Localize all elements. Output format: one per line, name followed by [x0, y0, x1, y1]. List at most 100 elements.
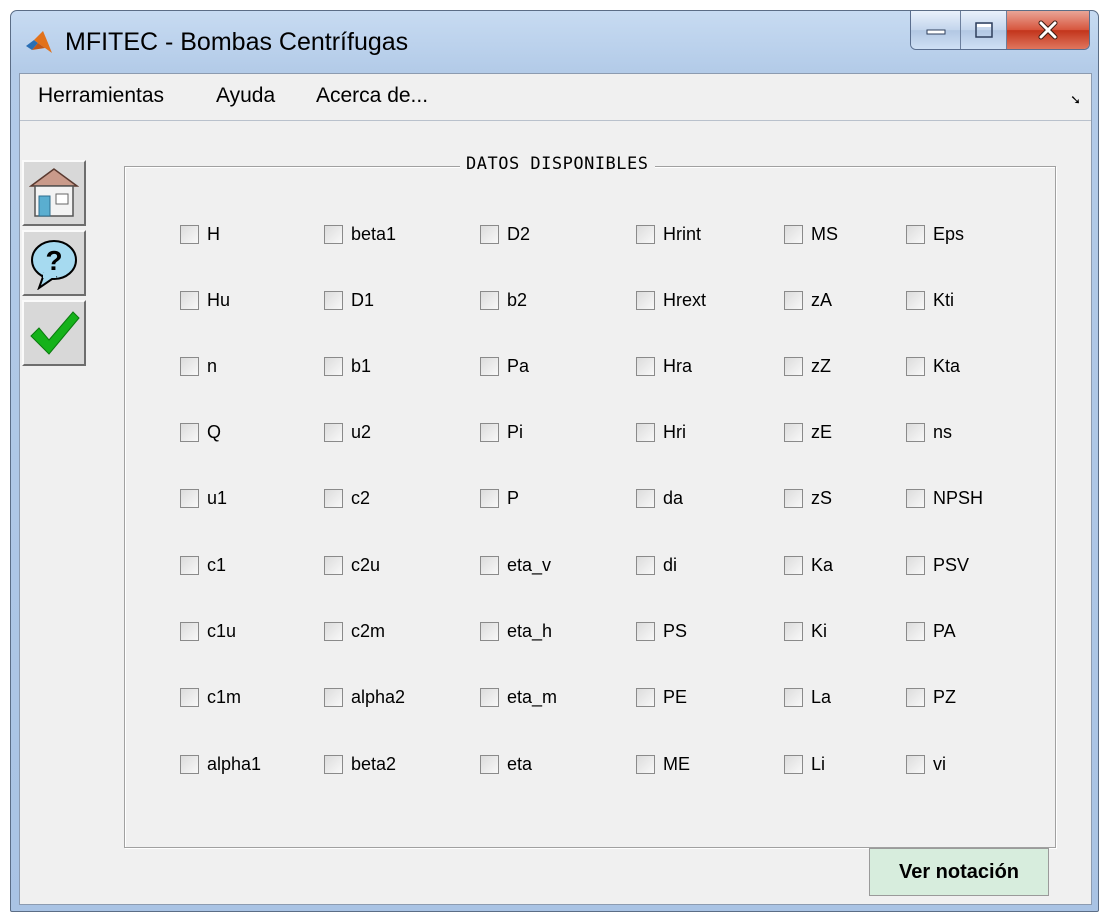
checkbox-di[interactable]: di	[636, 555, 677, 576]
checkbox-box[interactable]	[636, 622, 655, 641]
checkbox-pe[interactable]: PE	[636, 687, 687, 708]
checkbox-box[interactable]	[906, 622, 925, 641]
checkbox-d2[interactable]: D2	[480, 224, 530, 245]
checkbox-hrext[interactable]: Hrext	[636, 290, 706, 311]
checkbox-c2m[interactable]: c2m	[324, 621, 385, 642]
checkbox-la[interactable]: La	[784, 687, 831, 708]
menu-acerca-de[interactable]: Acerca de...	[316, 84, 428, 108]
checkbox-box[interactable]	[906, 556, 925, 575]
checkbox-li[interactable]: Li	[784, 754, 825, 775]
checkbox-c2u[interactable]: c2u	[324, 555, 380, 576]
checkbox-box[interactable]	[324, 489, 343, 508]
checkbox-box[interactable]	[636, 688, 655, 707]
checkbox-box[interactable]	[636, 225, 655, 244]
checkbox-eta[interactable]: eta	[480, 754, 532, 775]
checkbox-box[interactable]	[480, 291, 499, 310]
checkbox-ka[interactable]: Ka	[784, 555, 833, 576]
view-notation-button[interactable]: Ver notación	[869, 848, 1049, 896]
checkbox-box[interactable]	[784, 489, 803, 508]
checkbox-b1[interactable]: b1	[324, 356, 371, 377]
checkbox-eta-h[interactable]: eta_h	[480, 621, 552, 642]
menu-ayuda[interactable]: Ayuda	[216, 84, 275, 108]
checkbox-hra[interactable]: Hra	[636, 356, 692, 377]
checkbox-box[interactable]	[480, 357, 499, 376]
close-button[interactable]	[1007, 11, 1089, 49]
checkbox-box[interactable]	[784, 622, 803, 641]
checkbox-box[interactable]	[784, 755, 803, 774]
checkbox-hu[interactable]: Hu	[180, 290, 230, 311]
checkbox-box[interactable]	[480, 755, 499, 774]
checkbox-box[interactable]	[324, 291, 343, 310]
checkbox-box[interactable]	[784, 688, 803, 707]
checkbox-box[interactable]	[906, 688, 925, 707]
checkbox-hrint[interactable]: Hrint	[636, 224, 701, 245]
checkbox-box[interactable]	[324, 688, 343, 707]
checkbox-box[interactable]	[906, 357, 925, 376]
checkbox-kta[interactable]: Kta	[906, 356, 960, 377]
checkbox-ps[interactable]: PS	[636, 621, 687, 642]
checkbox-eps[interactable]: Eps	[906, 224, 964, 245]
checkbox-npsh[interactable]: NPSH	[906, 488, 983, 509]
checkbox-box[interactable]	[784, 291, 803, 310]
checkbox-box[interactable]	[324, 423, 343, 442]
checkbox-h[interactable]: H	[180, 224, 220, 245]
checkbox-zs[interactable]: zS	[784, 488, 832, 509]
checkbox-u2[interactable]: u2	[324, 422, 371, 443]
checkbox-da[interactable]: da	[636, 488, 683, 509]
checkbox-psv[interactable]: PSV	[906, 555, 969, 576]
checkbox-eta-v[interactable]: eta_v	[480, 555, 551, 576]
checkbox-c1m[interactable]: c1m	[180, 687, 241, 708]
checkbox-c1[interactable]: c1	[180, 555, 226, 576]
checkbox-box[interactable]	[480, 622, 499, 641]
checkbox-box[interactable]	[180, 357, 199, 376]
checkbox-p[interactable]: P	[480, 488, 519, 509]
checkbox-box[interactable]	[324, 357, 343, 376]
checkbox-ms[interactable]: MS	[784, 224, 838, 245]
checkbox-box[interactable]	[784, 225, 803, 244]
checkbox-pz[interactable]: PZ	[906, 687, 956, 708]
checkbox-box[interactable]	[180, 622, 199, 641]
checkbox-box[interactable]	[784, 556, 803, 575]
checkbox-box[interactable]	[636, 489, 655, 508]
checkbox-box[interactable]	[480, 556, 499, 575]
checkbox-c1u[interactable]: c1u	[180, 621, 236, 642]
checkbox-ze[interactable]: zE	[784, 422, 832, 443]
checkbox-ns[interactable]: ns	[906, 422, 952, 443]
checkbox-box[interactable]	[784, 357, 803, 376]
checkbox-box[interactable]	[324, 755, 343, 774]
checkbox-box[interactable]	[480, 489, 499, 508]
checkbox-box[interactable]	[636, 423, 655, 442]
checkbox-hri[interactable]: Hri	[636, 422, 686, 443]
checkbox-pa[interactable]: Pa	[480, 356, 529, 377]
checkbox-box[interactable]	[180, 225, 199, 244]
checkbox-box[interactable]	[636, 291, 655, 310]
checkbox-box[interactable]	[480, 423, 499, 442]
help-button[interactable]: ?	[22, 230, 86, 296]
dock-arrow-icon[interactable]: ➘	[1070, 92, 1081, 108]
checkbox-ki[interactable]: Ki	[784, 621, 827, 642]
checkbox-box[interactable]	[906, 291, 925, 310]
checkbox-beta2[interactable]: beta2	[324, 754, 396, 775]
checkbox-box[interactable]	[324, 225, 343, 244]
checkbox-box[interactable]	[636, 357, 655, 376]
menu-herramientas[interactable]: Herramientas	[38, 84, 164, 108]
checkbox-u1[interactable]: u1	[180, 488, 227, 509]
maximize-button[interactable]	[961, 11, 1007, 49]
checkbox-me[interactable]: ME	[636, 754, 690, 775]
checkbox-box[interactable]	[480, 688, 499, 707]
checkbox-alpha2[interactable]: alpha2	[324, 687, 405, 708]
checkbox-b2[interactable]: b2	[480, 290, 527, 311]
checkbox-alpha1[interactable]: alpha1	[180, 754, 261, 775]
checkbox-box[interactable]	[180, 755, 199, 774]
checkbox-box[interactable]	[324, 556, 343, 575]
checkbox-box[interactable]	[906, 489, 925, 508]
checkbox-box[interactable]	[906, 225, 925, 244]
checkbox-q[interactable]: Q	[180, 422, 221, 443]
checkbox-box[interactable]	[180, 688, 199, 707]
checkbox-pi[interactable]: Pi	[480, 422, 523, 443]
checkbox-box[interactable]	[636, 755, 655, 774]
checkbox-za[interactable]: zA	[784, 290, 832, 311]
checkbox-box[interactable]	[180, 291, 199, 310]
checkbox-zz[interactable]: zZ	[784, 356, 831, 377]
checkbox-box[interactable]	[636, 556, 655, 575]
